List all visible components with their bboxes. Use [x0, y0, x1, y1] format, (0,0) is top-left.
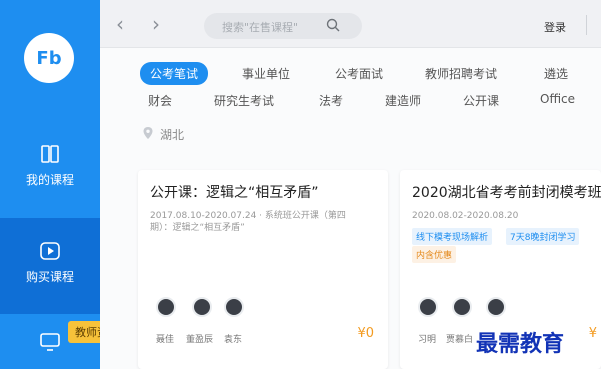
course-price: ¥: [588, 326, 597, 341]
course-date: 2020.08.02-2020.08.20: [412, 210, 518, 222]
category-tab[interactable]: 公考面试: [335, 65, 383, 82]
teacher-avatar: [418, 297, 438, 317]
top-bar: ‹ › 搜索"在售课程" 登录: [100, 0, 601, 48]
category-tab-active[interactable]: 公考笔试: [140, 62, 209, 85]
back-arrow-icon[interactable]: ‹: [116, 12, 124, 36]
category-tab[interactable]: 研究生考试: [214, 92, 274, 109]
category-tab[interactable]: 财会: [148, 92, 172, 109]
course-title: 2020湖北省考考前封闭模考班: [412, 185, 601, 201]
course-card[interactable]: 公开课：逻辑之“相互矛盾” 2017.08.10-2020.07.24 · 系统…: [138, 170, 388, 369]
search-icon[interactable]: [326, 18, 340, 32]
sidebar-item-label: 我的课程: [25, 173, 74, 187]
teacher-name: 聂佳: [156, 335, 175, 345]
screen-icon: [40, 333, 60, 351]
sidebar-item-label: 购买课程: [25, 270, 74, 284]
logo-text: Fb: [36, 47, 62, 69]
sidebar: Fb 我的课程 购买课程: [0, 0, 100, 369]
location-pin-icon: [143, 127, 153, 139]
category-tab[interactable]: 建造师: [385, 92, 421, 109]
category-tab[interactable]: 遴选: [544, 65, 568, 82]
course-title: 公开课：逻辑之“相互矛盾”: [150, 185, 319, 201]
course-date-line: 2020.08.02-2020.08.20: [412, 211, 519, 221]
teacher-name: 袁东: [224, 335, 243, 345]
teacher-avatar: [224, 297, 244, 317]
app-logo[interactable]: Fb: [24, 33, 74, 83]
category-tab[interactable]: 事业单位: [242, 65, 290, 82]
course-date-line: 2017.08.10-2020.07.24 · 系统班公开课（第四: [150, 211, 346, 221]
divider: [586, 15, 587, 35]
category-tab[interactable]: Office: [540, 92, 575, 106]
sidebar-item-my-courses[interactable]: 我的课程: [0, 145, 100, 188]
course-price: ¥0: [357, 326, 374, 341]
teacher-avatar: [452, 297, 472, 317]
discount-tag: 内含优惠: [412, 246, 457, 263]
teacher-name: 习明: [418, 335, 437, 345]
course-tag: 7天8晚封闭学习: [506, 228, 580, 245]
watermark-text: 最需教育: [476, 331, 565, 357]
login-button[interactable]: 登录: [544, 19, 566, 35]
category-tab[interactable]: 法考: [319, 92, 343, 109]
search-placeholder: 搜索"在售课程": [222, 21, 299, 34]
play-icon: [40, 242, 60, 260]
course-tag: 线下模考现场解析: [412, 228, 493, 245]
location-label[interactable]: 湖北: [160, 126, 184, 143]
course-date: 2017.08.10-2020.07.24 · 系统班公开课（第四 期）：逻辑之…: [150, 210, 346, 234]
main-content: 公考笔试 事业单位 公考面试 教师招聘考试 遴选 财会 研究生考试 法考 建造师…: [100, 48, 601, 369]
forward-arrow-icon[interactable]: ›: [152, 12, 160, 36]
teacher-avatar: [156, 297, 176, 317]
teacher-avatar: [486, 297, 506, 317]
course-date-line: 期）：逻辑之“相互矛盾”: [150, 223, 245, 233]
book-icon: [41, 145, 59, 163]
teacher-name: 贾慕白: [446, 335, 474, 345]
category-tab[interactable]: 公开课: [463, 92, 499, 109]
teacher-avatar: [192, 297, 212, 317]
sidebar-item-buy-courses[interactable]: 购买课程: [0, 218, 100, 314]
teacher-name: 董盈辰: [186, 335, 214, 345]
category-tab[interactable]: 教师招聘考试: [425, 65, 497, 82]
